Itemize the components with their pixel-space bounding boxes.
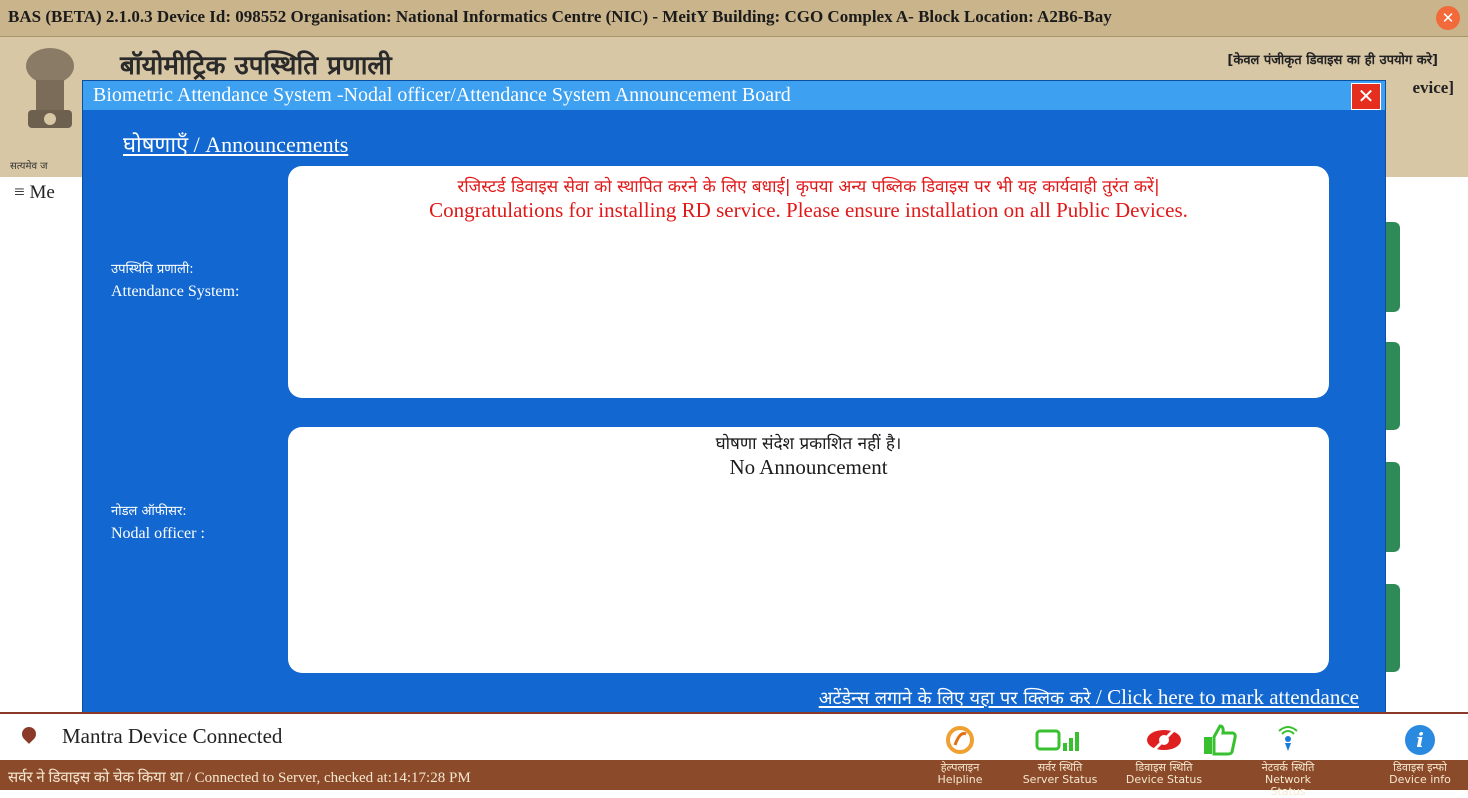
app-title: बॉयोमीट्रिक उपस्थिति प्रणाली [120,51,392,81]
device-connected-status: Mantra Device Connected [62,724,283,748]
helpline-icon [945,725,975,760]
side-button[interactable] [1384,222,1400,312]
announcements-heading: घोषणाएँ / Announcements [123,132,349,157]
mark-attendance-link-english: / Click here to mark attendance [1090,685,1359,709]
attendance-message-english: Congratulations for installing RD servic… [429,198,1188,222]
server-status-label-english: Server Status [1022,773,1098,786]
helpline-label-english: Helpline [937,773,983,786]
network-status-label-english: Network Status [1265,773,1311,798]
mark-attendance-link-hindi: अटेंडेन्स लगाने के लिए यहा पर क्लिक करे [818,688,1091,709]
device-notice-english: evice] [1412,78,1454,97]
device-status-icon [1144,725,1184,760]
device-info-label-english: Device info [1389,773,1451,786]
attendance-system-label-english: Attendance System: [111,283,240,300]
network-status-icon [1273,725,1303,760]
server-status-button[interactable]: सर्वर स्थिति Server Status [1020,724,1100,786]
modal-close-button[interactable]: ✕ [1351,83,1381,110]
nodal-officer-label-english: Nodal officer : [111,525,205,542]
device-info-button[interactable]: i डिवाइस इन्फो Device info [1380,724,1460,786]
side-button[interactable] [1384,342,1400,430]
device-info-icon: i [1404,724,1436,761]
nodal-message-hindi: घोषणा संदेश प्रकाशित नहीं है। [715,434,902,454]
server-status-icon [1035,725,1085,760]
thumbs-up-icon [1202,723,1238,761]
server-check-status: सर्वर ने डिवाइस को चेक किया था / Connect… [8,770,471,786]
window-close-button[interactable]: ✕ [1436,6,1460,30]
nodal-message-english: No Announcement [729,455,888,479]
nodal-announcement-box: घोषणा संदेश प्रकाशित नहीं है। No Announc… [288,427,1329,673]
device-notice-hindi: [केवल पंजीकृत डिवाइस का ही उपयोग करे] [1227,53,1438,68]
mark-attendance-link[interactable]: अटेंडेन्स लगाने के लिए यहा पर क्लिक करे … [819,685,1359,710]
modal-title: Biometric Attendance System -Nodal offic… [93,84,791,106]
attendance-system-label-hindi: उपस्थिति प्रणाली: [111,262,194,277]
announcement-modal: Biometric Attendance System -Nodal offic… [82,80,1386,713]
menu-button[interactable]: ≡ Me [14,182,55,204]
attendance-announcement-box: रजिस्टर्ड डिवाइस सेवा को स्थापित करने के… [288,166,1329,398]
attendance-system-label: उपस्थिति प्रणाली: Attendance System: [111,259,239,303]
device-status-label-english: Device Status [1125,773,1203,786]
nodal-officer-label: नोडल ऑफीसर: Nodal officer : [111,501,205,545]
svg-text:i: i [1416,728,1424,752]
emblem-caption: सत्यमेव ज [10,161,48,172]
window-titlebar: BAS (BETA) 2.1.0.3 Device Id: 098552 Org… [0,0,1468,37]
modal-header: Biometric Attendance System -Nodal offic… [83,81,1385,110]
window-title: BAS (BETA) 2.1.0.3 Device Id: 098552 Org… [8,7,1112,26]
network-status-button[interactable]: नेटवर्क स्थिति Network Status [1248,724,1328,798]
side-button[interactable] [1384,462,1400,552]
helpline-button[interactable]: हेल्पलाइन Helpline [920,724,1000,786]
side-button[interactable] [1384,584,1400,672]
attendance-message-hindi: रजिस्टर्ड डिवाइस सेवा को स्थापित करने के… [457,177,1160,197]
national-emblem-icon [18,44,82,154]
nodal-officer-label-hindi: नोडल ऑफीसर: [111,504,187,519]
